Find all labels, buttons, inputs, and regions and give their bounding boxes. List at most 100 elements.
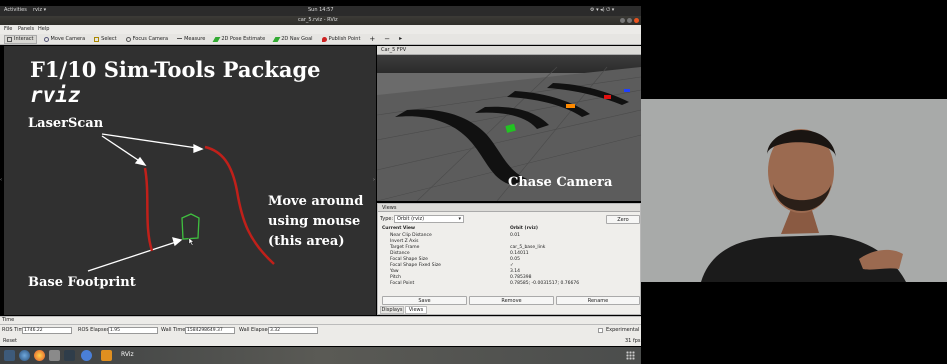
tool-label: 2D Pose Estimate <box>221 35 266 42</box>
files-app-icon[interactable] <box>49 350 60 361</box>
ros-time-field[interactable]: 1746.22 <box>22 327 72 334</box>
tool-label: Measure <box>184 35 206 42</box>
taskbar: RViz <box>0 347 641 364</box>
laser-scan-left <box>143 167 154 252</box>
minimize-icon[interactable] <box>620 18 625 23</box>
scene-graphics <box>87 133 275 272</box>
tool-publish-point[interactable]: Publish Point <box>320 35 363 44</box>
add-tool-button[interactable]: + <box>367 35 377 44</box>
chase-camera-label: Chase Camera <box>508 175 613 190</box>
presenter-figure <box>641 99 947 282</box>
camera-panel[interactable]: Car_5 FPV Chase Camera <box>377 46 641 201</box>
wall-time-field[interactable]: 1584298649.37 <box>185 327 235 334</box>
view-type-value: Orbit (rviz) <box>397 216 425 222</box>
property-name: Pitch <box>390 275 401 280</box>
text-editor-app-icon[interactable] <box>64 350 75 361</box>
time-panel: Time ROS Time: 1746.22 ROS Elapsed: 1.95… <box>0 316 641 346</box>
type-label: Type: <box>380 216 394 222</box>
experimental-checkbox[interactable] <box>598 328 603 333</box>
view-type-select[interactable]: Orbit (rviz) ▾ <box>394 215 464 223</box>
current-view-value: Orbit (rviz) <box>510 226 538 231</box>
menu-help[interactable]: Help <box>38 27 49 32</box>
view-property-row[interactable]: Focal Point 0.78585; -0.0031517; 0.76676 <box>382 281 636 288</box>
app-menu[interactable]: rviz ▾ <box>33 8 46 13</box>
tab-displays[interactable]: Displays <box>380 306 404 314</box>
fps-readout: 31 fps <box>625 338 641 344</box>
measure-icon <box>177 38 183 40</box>
views-panel: Views Type: Orbit (rviz) ▾ Zero Current … <box>377 203 641 315</box>
menu-file[interactable]: File <box>4 27 12 32</box>
app-grid-icon[interactable] <box>626 351 635 360</box>
interact-icon <box>7 36 12 42</box>
activities-button[interactable]: Activities <box>4 8 27 13</box>
wall-elapsed-field[interactable]: 3.32 <box>268 327 318 334</box>
terminal-app-icon[interactable] <box>4 350 15 361</box>
property-value: 0.78585; -0.0031517; 0.76676 <box>510 281 580 286</box>
left-dock-collapse-icon[interactable]: ‹ <box>0 177 3 183</box>
browser-app-icon[interactable] <box>19 350 30 361</box>
time-panel-title: Time <box>2 317 15 323</box>
property-name: Target Frame <box>390 245 420 250</box>
ros-elapsed-label: ROS Elapsed: <box>78 327 112 333</box>
camera-panel-header: Car_5 FPV <box>377 46 641 55</box>
vlc-app-icon[interactable] <box>101 350 112 361</box>
property-name: Focal Point <box>390 281 415 286</box>
tool-select[interactable]: Select <box>92 35 118 44</box>
system-top-bar: Activities rviz ▾ Sun 14:57 ⚙ ▾ ◂) ⏻ ▾ <box>0 6 641 16</box>
property-value: 0.14011 <box>510 251 529 256</box>
clock[interactable]: Sun 14:57 <box>308 8 334 13</box>
pose-estimate-icon <box>212 36 221 42</box>
ros-elapsed-field[interactable]: 1.95 <box>108 327 158 334</box>
menu-bar: File Panels Help <box>0 25 641 34</box>
window-title: car_5.rviz - RViz <box>298 17 338 23</box>
tool-focus-camera[interactable]: Focus Camera <box>124 35 171 44</box>
tool-label: Move Camera <box>50 35 86 42</box>
property-value: 3.14 <box>510 269 521 274</box>
annotation-arrows <box>87 133 204 272</box>
nav-goal-icon <box>272 36 281 42</box>
window-title-bar: car_5.rviz - RViz <box>0 16 641 25</box>
close-icon[interactable] <box>634 18 639 23</box>
presenter-video <box>641 99 947 282</box>
laser-scan-right <box>204 145 275 265</box>
property-value: ✓ <box>510 263 514 268</box>
tool-options-button[interactable]: ▸ <box>397 35 404 44</box>
chrome-app-icon[interactable] <box>81 350 92 361</box>
save-button[interactable]: Save <box>382 296 467 305</box>
rviz-3d-view[interactable]: F1/10 Sim-Tools Package rviz LaserScan B… <box>4 46 376 315</box>
car-red <box>604 95 611 99</box>
property-name: Yaw <box>390 269 399 274</box>
tool-label: Interact <box>14 35 34 42</box>
remove-tool-button[interactable]: − <box>382 35 392 44</box>
rename-button[interactable]: Rename <box>556 296 640 305</box>
property-name: Focal Shape Fixed Size <box>390 263 441 268</box>
tool-label: 2D Nav Goal <box>281 35 313 42</box>
maximize-icon[interactable] <box>627 18 632 23</box>
tool-move-camera[interactable]: Move Camera <box>42 35 88 44</box>
tool-2d-pose-estimate[interactable]: 2D Pose Estimate <box>212 35 267 44</box>
experimental-label: Experimental <box>606 327 640 333</box>
reset-button[interactable]: Reset <box>3 339 17 344</box>
views-panel-title: Views <box>382 205 397 211</box>
tool-options-icon: ▸ <box>399 35 403 42</box>
views-panel-header: Views <box>378 204 640 212</box>
zero-button[interactable]: Zero <box>606 215 640 224</box>
minus-icon: − <box>384 34 391 43</box>
remove-button[interactable]: Remove <box>469 296 554 305</box>
mouse-cursor-icon <box>188 237 195 246</box>
tool-2d-nav-goal[interactable]: 2D Nav Goal <box>272 35 314 44</box>
tab-views[interactable]: Views <box>405 306 427 314</box>
property-value: 0.785398 <box>510 275 532 280</box>
tool-measure[interactable]: Measure <box>175 35 207 44</box>
tool-interact[interactable]: Interact <box>4 34 37 44</box>
property-value: 0.01 <box>510 233 521 238</box>
firefox-app-icon[interactable] <box>34 350 45 361</box>
camera-panel-title: Car_5 FPV <box>381 47 407 53</box>
rviz-taskbar-label[interactable]: RViz <box>121 352 134 358</box>
menu-panels[interactable]: Panels <box>18 27 34 32</box>
select-icon <box>94 36 100 42</box>
car-orange <box>566 104 575 108</box>
system-tray[interactable]: ⚙ ▾ ◂) ⏻ ▾ <box>590 8 614 13</box>
toolbar: Interact Move Camera Select Focus Camera… <box>0 34 641 45</box>
tool-label: Publish Point <box>328 35 361 42</box>
